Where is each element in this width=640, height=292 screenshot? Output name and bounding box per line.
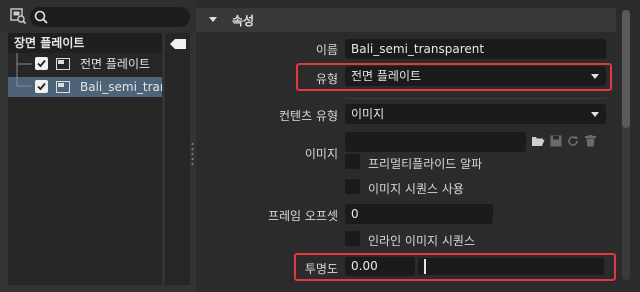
chevron-down-icon (591, 74, 599, 79)
tree-item-label: Bali_semi_trans (80, 80, 162, 94)
name-label: 이름 (315, 43, 338, 57)
premultiplied-alpha-label: 프리멀티플라이드 알파 (368, 157, 483, 171)
opacity-field[interactable]: 0.00 (345, 257, 415, 276)
tree-item-checkbox[interactable] (35, 57, 48, 70)
image-path-field[interactable] (345, 132, 526, 152)
tag-icon[interactable] (168, 38, 188, 50)
type-label: 유형 (315, 72, 338, 86)
content-type-dropdown[interactable]: 이미지 (345, 104, 606, 124)
scrollbar-thumb[interactable] (622, 10, 630, 128)
image-sequence-label: 이미지 시퀀스 사용 (368, 182, 464, 196)
collapse-arrow-icon[interactable] (209, 17, 217, 22)
tree-header: 장면 플레이트 (8, 33, 162, 53)
premultiplied-alpha-checkbox[interactable] (345, 154, 360, 169)
folder-open-icon[interactable] (531, 135, 545, 150)
tree-item-label: 전면 플레이트 (80, 57, 151, 71)
image-label: 이미지 (304, 147, 338, 161)
inline-sequence-label: 인라인 이미지 시퀀스 (368, 234, 475, 248)
type-dropdown[interactable]: 전면 플레이트 (345, 66, 606, 86)
delete-icon[interactable] (585, 135, 596, 150)
save-icon[interactable] (550, 135, 562, 150)
frame-offset-field[interactable]: 0 (345, 204, 493, 224)
name-field[interactable]: Bali_semi_transparent (345, 39, 606, 59)
tree-side-strip (165, 33, 190, 285)
plate-icon (56, 58, 70, 70)
chevron-down-icon (591, 112, 599, 117)
content-type-label: 컨텐츠 유형 (278, 109, 338, 123)
section-title: 속성 (232, 14, 255, 28)
refresh-icon[interactable] (567, 135, 579, 150)
plate-icon (56, 81, 70, 93)
search-input[interactable] (30, 7, 190, 27)
opacity-slider-handle[interactable] (424, 259, 426, 274)
search-filter-icon[interactable] (9, 7, 27, 25)
tree-item-checkbox[interactable] (35, 80, 48, 93)
panel-splitter-handle[interactable] (191, 140, 194, 170)
image-sequence-checkbox[interactable] (345, 179, 360, 194)
frame-offset-label: 프레임 오프셋 (267, 209, 338, 223)
divider (346, 98, 606, 99)
opacity-slider[interactable] (418, 258, 604, 275)
search-icon (33, 9, 49, 25)
properties-section-header[interactable] (196, 8, 616, 32)
inline-sequence-checkbox[interactable] (345, 231, 360, 246)
opacity-label: 투명도 (304, 262, 338, 276)
